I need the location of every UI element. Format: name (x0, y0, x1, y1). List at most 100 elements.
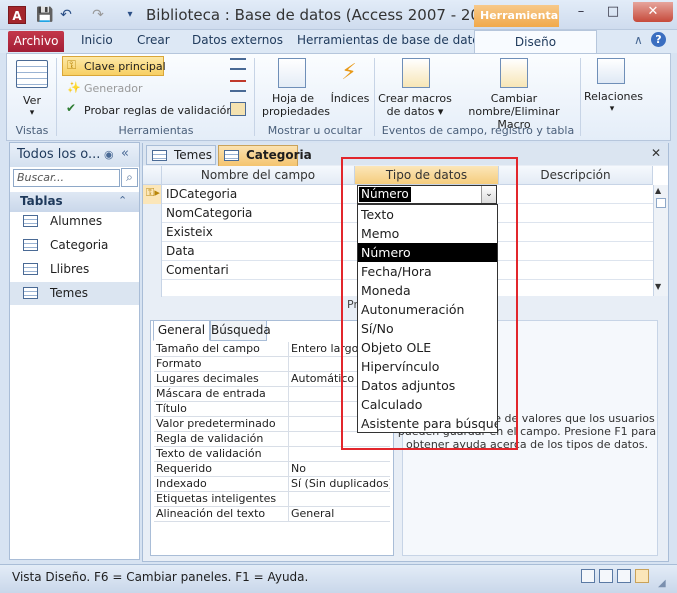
nav-item-categoria[interactable]: Categoria (10, 234, 139, 257)
search-icon[interactable]: ⌕ (121, 168, 138, 187)
property-label: Texto de validación (156, 447, 262, 460)
resize-grip-icon[interactable]: ◢ (658, 578, 666, 589)
row-selector[interactable] (143, 223, 162, 242)
doc-tab-label: Categoria (246, 148, 312, 162)
indices-button[interactable]: ⚡ Índices (330, 58, 370, 105)
design-view-status-icon[interactable] (635, 569, 649, 583)
save-icon[interactable]: 💾 (36, 7, 53, 23)
property-row[interactable]: Indexado Sí (Sin duplicados) (154, 477, 390, 492)
tab-diseno[interactable]: Diseño (474, 30, 597, 54)
modify-lookups-icon[interactable] (230, 102, 246, 116)
tab-herramientas-bd[interactable]: Herramientas de base de datos (297, 33, 486, 47)
delete-rows-icon[interactable] (230, 80, 246, 92)
field-name[interactable]: IDCategoria (166, 187, 237, 201)
design-view-icon (16, 60, 48, 88)
pivotchart-view-icon[interactable] (617, 569, 631, 583)
relationships-icon (597, 58, 625, 84)
close-button[interactable]: ✕ (633, 2, 673, 22)
checkmark-icon: ✔ (66, 101, 77, 115)
row-selector[interactable] (143, 204, 162, 223)
tab-inicio[interactable]: Inicio (81, 33, 113, 47)
property-label: Valor predeterminado (156, 417, 276, 430)
hoja-propiedades-button[interactable]: Hoja de propiedades (262, 58, 331, 118)
property-value[interactable]: Sí (Sin duplicados) (288, 477, 390, 492)
maximize-button[interactable]: □ (598, 2, 628, 22)
chevron-down-icon: ▾ (29, 108, 35, 118)
nav-item-temes[interactable]: Temes (10, 282, 139, 305)
tab-crear[interactable]: Crear (137, 33, 170, 47)
nav-item-alumnes[interactable]: Alumnes (10, 210, 139, 233)
pivottable-view-icon[interactable] (599, 569, 613, 583)
nav-item-label: Temes (50, 286, 88, 300)
row-selector[interactable] (143, 261, 162, 280)
nav-menu-chevron-icon[interactable]: ◉ (104, 148, 114, 161)
table-icon (23, 239, 38, 251)
property-value[interactable]: General (288, 507, 390, 522)
ribbon-collapse-icon[interactable]: ∧ (634, 33, 643, 47)
indices-label: Índices (330, 92, 370, 105)
group-separator (374, 58, 375, 136)
col-header-nombre[interactable]: Nombre del campo (162, 166, 355, 185)
doc-tab-temes[interactable]: Temes (146, 145, 216, 165)
field-name[interactable]: Data (166, 244, 195, 258)
tab-busqueda[interactable]: Búsqueda (210, 320, 271, 341)
hoja-label-2: propiedades (262, 105, 331, 118)
section-collapse-icon[interactable]: ⌃ (118, 194, 127, 207)
nav-item-label: Llibres (50, 262, 90, 276)
chevron-down-icon: ▾ (609, 104, 615, 114)
access-app-icon[interactable]: A (8, 6, 26, 24)
cambiar-label-1: Cambiar (490, 92, 538, 105)
hoja-label-1: Hoja de (271, 92, 315, 105)
datasheet-view-icon[interactable] (581, 569, 595, 583)
scroll-up-icon[interactable]: ▲ (655, 186, 661, 195)
minimize-button[interactable]: – (566, 2, 596, 22)
scroll-thumb[interactable] (656, 198, 666, 208)
generador-button[interactable]: Generador (84, 82, 143, 95)
table-icon (152, 150, 167, 161)
scroll-down-icon[interactable]: ▼ (655, 282, 661, 291)
crear-macros-button[interactable]: Crear macros de datos ▾ (378, 58, 452, 118)
tab-general[interactable]: General (153, 320, 210, 341)
nav-search-input[interactable]: Buscar... (13, 169, 120, 187)
customize-qat-icon[interactable]: ▾ (122, 7, 138, 23)
nav-item-label: Alumnes (50, 214, 103, 228)
key-icon: ⚿ (67, 58, 77, 72)
row-selector[interactable] (143, 242, 162, 261)
property-label: Etiquetas inteligentes (156, 492, 277, 505)
doc-tab-categoria[interactable]: Categoria (218, 145, 312, 166)
insert-rows-icon[interactable] (230, 58, 246, 70)
ver-button[interactable]: Ver ▾ (16, 60, 48, 120)
ver-label: Ver (23, 94, 41, 107)
property-label: Formato (156, 357, 202, 370)
property-row[interactable]: Alineación del texto General (154, 507, 390, 522)
probar-reglas-button[interactable]: Probar reglas de validación (84, 104, 233, 117)
table-icon (23, 263, 38, 275)
property-row[interactable]: Etiquetas inteligentes (154, 492, 390, 507)
property-label: Indexado (156, 477, 207, 490)
help-icon[interactable]: ? (651, 32, 666, 47)
nav-collapse-icon[interactable]: « (121, 146, 129, 161)
property-row[interactable]: Requerido No (154, 462, 390, 477)
redo-icon[interactable]: ↷ (90, 7, 106, 23)
doc-tab-label: Temes (174, 148, 212, 162)
relaciones-button[interactable]: Relaciones ▾ (584, 58, 644, 116)
tab-archivo[interactable]: Archivo (8, 31, 64, 52)
relaciones-label: Relaciones (584, 90, 644, 103)
window-title: Biblioteca : Base de datos (Access 2007 … (146, 6, 505, 24)
property-label: Máscara de entrada (156, 387, 266, 400)
undo-icon[interactable]: ↶ (58, 7, 74, 23)
field-name[interactable]: Comentari (166, 263, 229, 277)
close-document-icon[interactable]: ✕ (651, 146, 661, 160)
property-label: Regla de validación (156, 432, 264, 445)
property-label: Requerido (156, 462, 212, 475)
nav-title[interactable]: Todos los o... (17, 147, 100, 162)
nav-item-llibres[interactable]: Llibres (10, 258, 139, 281)
cambiar-macro-button[interactable]: Cambiar nombre/Eliminar Macro (452, 58, 576, 131)
col-header-descripcion[interactable]: Descripción (499, 166, 653, 185)
field-name[interactable]: Existeix (166, 225, 213, 239)
property-label: Lugares decimales (156, 372, 259, 385)
field-name[interactable]: NomCategoria (166, 206, 252, 220)
property-value[interactable] (288, 492, 390, 507)
tab-datos-externos[interactable]: Datos externos (192, 33, 283, 47)
property-value[interactable]: No (288, 462, 390, 477)
